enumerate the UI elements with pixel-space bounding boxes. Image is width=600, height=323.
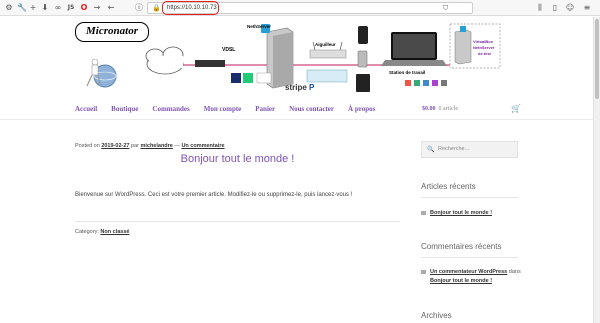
cloud-icon [145, 46, 184, 75]
switch-icon [306, 69, 348, 83]
settings-icon[interactable]: ⚙ [4, 3, 14, 13]
plus-icon[interactable]: + [28, 3, 38, 13]
recent-post-item: Bonjour tout le monde ! [421, 209, 492, 217]
js-icon[interactable]: JS [65, 3, 77, 13]
forward-icon[interactable]: → [92, 3, 102, 13]
category-link[interactable]: Non classé [100, 229, 129, 235]
search-placeholder: Recherche... [438, 146, 470, 152]
header-banner: Micronator VDSL NethServer Aiguilleur St… [75, 18, 523, 98]
nav-commandes[interactable]: Commandes [152, 103, 189, 115]
network-diagram: VDSL NethServer Aiguilleur Station de tr… [86, 23, 501, 92]
nav-a-propos[interactable]: À propos [348, 103, 375, 115]
tool-icon [432, 80, 438, 86]
svg-text:NethServer: NethServer [473, 45, 495, 50]
back-icon[interactable]: ← [106, 3, 116, 13]
post-date-link[interactable]: 2019-02-27 [101, 143, 129, 149]
svg-text:VirtualBox: VirtualBox [473, 39, 494, 44]
lock-icon: 🔒 [152, 4, 161, 12]
post-category: Category: Non classé [75, 229, 130, 235]
url-bar[interactable]: 🔒 https://10.10.10.73 ⛉ [147, 1, 473, 15]
laptop-icon [381, 32, 447, 66]
cart-icon[interactable]: 🛒 [511, 104, 521, 114]
glasses-icon[interactable]: ∞ [53, 3, 63, 13]
cart-amount: $0.00 [422, 106, 436, 112]
wrench-icon[interactable]: 🔧 [17, 3, 27, 13]
green-logo [243, 73, 253, 83]
nav-nous-contacter[interactable]: Nous contacter [289, 103, 334, 115]
sidebar-icon[interactable]: ▯ [550, 3, 560, 13]
svg-text:de test: de test [478, 51, 492, 56]
scrollbar-thumb[interactable] [595, 19, 599, 99]
opera-icon[interactable]: O [79, 3, 89, 13]
svg-text:Aiguilleur: Aiguilleur [315, 42, 336, 47]
widget-divider [421, 257, 518, 258]
cart-count: 0 article [438, 106, 459, 112]
widget-divider [421, 197, 518, 198]
search-icon: 🔍 [427, 146, 435, 153]
post-title[interactable]: Bonjour tout le monde ! [75, 152, 400, 166]
phone-icon-2 [357, 50, 368, 68]
user-globe-icon [86, 58, 117, 88]
nav-divider [0, 119, 600, 120]
browser-toolbar: ⚙ 🔧 + ⬇ ∞ JS O → ← ⓘ 🔒 https://10.10.10.… [0, 0, 600, 16]
reader-icon[interactable]: ☺ [565, 3, 575, 13]
nav-mon-compte[interactable]: Mon compte [204, 103, 242, 115]
svg-text:VDSL: VDSL [222, 47, 235, 53]
recent-comment-post: Bonjour tout le monde ! [430, 277, 492, 285]
svg-text:NethServer: NethServer [247, 24, 271, 29]
bullet-icon [421, 210, 426, 215]
archives-title: Archives [421, 311, 452, 320]
main-nav: Accueil Boutique Commandes Mon compte Pa… [75, 103, 375, 115]
download-icon[interactable]: ⬇ [40, 3, 50, 13]
comment-author-link[interactable]: Un commentateur WordPress [430, 269, 507, 275]
recent-comments-title: Commentaires récents [421, 242, 502, 251]
post-divider [75, 221, 400, 222]
paypal-logo: P [309, 83, 315, 92]
nav-accueil[interactable]: Accueil [75, 103, 97, 115]
pocket-icon[interactable]: ⛉ [443, 4, 448, 13]
nav-boutique[interactable]: Boutique [111, 103, 138, 115]
tool-icon [414, 80, 420, 86]
phone-icon [358, 26, 368, 44]
post-meta: Posted on 2019-02-27 par michelandre — U… [75, 143, 225, 149]
menu-icon[interactable]: ≡ [582, 3, 592, 13]
post-comments-link[interactable]: Un commentaire [181, 143, 224, 149]
post-excerpt: Bienvenue sur WordPress. Ceci est votre … [75, 192, 353, 198]
scrollbar[interactable] [593, 17, 600, 323]
tablet-icon [356, 74, 370, 92]
comment-post-link[interactable]: Bonjour tout le monde ! [430, 278, 492, 284]
tool-icon [423, 80, 429, 86]
svg-text:Station de travail: Station de travail [389, 70, 425, 75]
comment-bullet-icon [421, 269, 426, 274]
modem-icon [195, 60, 225, 67]
info-icon[interactable]: ⓘ [134, 3, 144, 13]
nav-panier[interactable]: Panier [255, 103, 275, 115]
bookmarks-icon[interactable]: ⫼ [535, 3, 545, 13]
search-field[interactable]: 🔍 Recherche... [421, 141, 518, 158]
stripe-logo: stripe [285, 83, 307, 92]
recent-posts-title: Articles récents [421, 182, 476, 191]
tool-icon [441, 80, 447, 86]
tool-icon [405, 80, 411, 86]
recent-post-link[interactable]: Bonjour tout le monde ! [430, 210, 492, 216]
logo-box [256, 72, 272, 84]
cart-summary[interactable]: $0.00 0 article [422, 103, 458, 115]
post-author-link[interactable]: michelandre [140, 143, 172, 149]
recent-comment-item: Un commentateur WordPress dans [421, 268, 521, 276]
lets-encrypt-logo [231, 73, 241, 83]
url-text[interactable]: https://10.10.10.73 [167, 4, 217, 13]
